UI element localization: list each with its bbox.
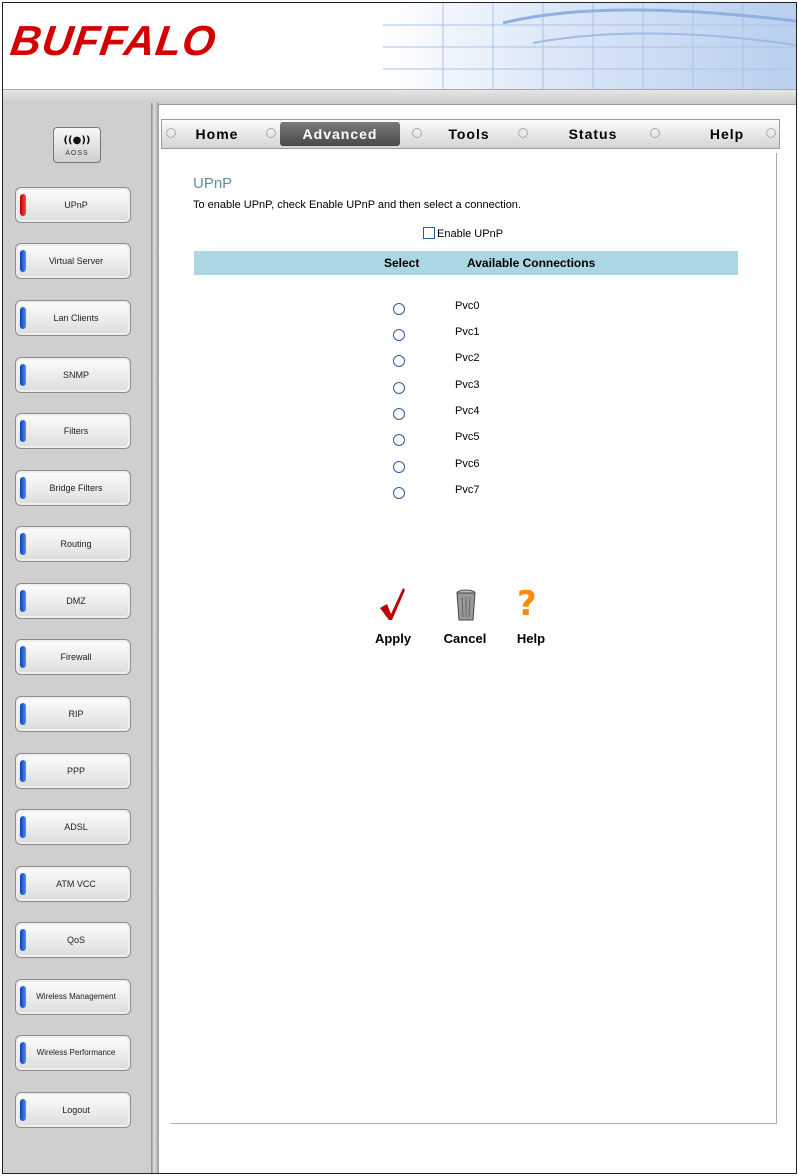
sidebar-item-qos[interactable]: QoS (15, 922, 131, 958)
connection-name: Pvc0 (455, 300, 480, 312)
sidebar-item-label: SNMP (62, 370, 89, 380)
router-admin-window: BUFFALO ((●)) AOSS UPnP Virtual Server L… (2, 2, 797, 1174)
trash-can-icon (456, 589, 476, 621)
apply-label: Apply (374, 631, 412, 646)
connection-name: Pvc6 (455, 458, 480, 470)
sidebar-item-label: Routing (60, 539, 92, 549)
sidebar-item-label: ATM VCC (56, 879, 96, 889)
sidebar-item-virtual-server[interactable]: Virtual Server (15, 243, 131, 279)
tab-separator-icon (412, 128, 422, 138)
page-description: To enable UPnP, check Enable UPnP and th… (193, 199, 521, 211)
connection-radio[interactable] (393, 487, 405, 499)
sidebar-item-wireless-performance[interactable]: Wireless Performance (15, 1035, 131, 1071)
connection-row: Pvc4 (171, 402, 776, 428)
sidebar-item-label: UPnP (64, 200, 88, 210)
connection-name: Pvc5 (455, 431, 480, 443)
connection-radio[interactable] (393, 355, 405, 367)
cancel-label: Cancel (443, 631, 487, 646)
page-title: UPnP (193, 175, 233, 192)
tab-home[interactable]: Home (182, 120, 252, 148)
tab-advanced[interactable]: Advanced (280, 122, 400, 146)
sidebar-item-adsl[interactable]: ADSL (15, 809, 131, 845)
sidebar-divider (151, 103, 159, 1173)
sidebar-item-upnp[interactable]: UPnP (15, 187, 131, 223)
sidebar: ((●)) AOSS UPnP Virtual Server Lan Clien… (3, 103, 151, 1173)
connection-name: Pvc7 (455, 484, 480, 496)
tab-separator-icon (166, 128, 176, 138)
buffalo-logo: BUFFALO (7, 17, 220, 64)
enable-upnp-checkbox[interactable] (423, 227, 435, 239)
connection-row: Pvc7 (171, 481, 776, 507)
sidebar-item-label: Logout (62, 1105, 90, 1115)
sidebar-item-label: QoS (66, 935, 85, 945)
sidebar-item-atm-vcc[interactable]: ATM VCC (15, 866, 131, 902)
tab-separator-icon (518, 128, 528, 138)
aoss-label: AOSS (65, 150, 89, 157)
tab-separator-icon (650, 128, 660, 138)
tab-status[interactable]: Status (550, 120, 636, 148)
connection-name: Pvc4 (455, 405, 480, 417)
sidebar-item-firewall[interactable]: Firewall (15, 639, 131, 675)
column-header-connections: Available Connections (467, 256, 596, 270)
sidebar-item-logout[interactable]: Logout (15, 1092, 131, 1128)
sidebar-item-snmp[interactable]: SNMP (15, 357, 131, 393)
sidebar-item-label: ADSL (64, 822, 88, 832)
sidebar-item-ppp[interactable]: PPP (15, 753, 131, 789)
help-button[interactable]: ? Help (501, 586, 561, 646)
sidebar-item-label: RIP (68, 709, 84, 719)
sidebar-item-routing[interactable]: Routing (15, 526, 131, 562)
sidebar-item-label: Filters (63, 426, 89, 436)
connection-name: Pvc3 (455, 379, 480, 391)
column-header-select: Select (384, 256, 420, 270)
connection-radio[interactable] (393, 329, 405, 341)
sidebar-item-bridge-filters[interactable]: Bridge Filters (15, 470, 131, 506)
top-tab-bar: Home Advanced Tools Status Help (161, 119, 780, 149)
connection-radio[interactable] (393, 408, 405, 420)
connection-row: Pvc3 (171, 376, 776, 402)
sidebar-item-wireless-management[interactable]: Wireless Management (15, 979, 131, 1015)
tab-help[interactable]: Help (692, 120, 762, 148)
cancel-button[interactable]: Cancel (435, 586, 495, 646)
tab-tools[interactable]: Tools (434, 120, 504, 148)
sidebar-item-filters[interactable]: Filters (15, 413, 131, 449)
aoss-button[interactable]: ((●)) AOSS (53, 127, 101, 163)
connection-name: Pvc2 (455, 352, 480, 364)
tab-separator-icon (266, 128, 276, 138)
main-content: UPnP To enable UPnP, check Enable UPnP a… (171, 153, 777, 1124)
connection-row: Pvc2 (171, 349, 776, 375)
sidebar-item-label: Virtual Server (48, 256, 104, 266)
sidebar-item-dmz[interactable]: DMZ (15, 583, 131, 619)
header-decoration (383, 3, 796, 89)
enable-upnp-label: Enable UPnP (437, 228, 504, 240)
connection-radio[interactable] (393, 434, 405, 446)
apply-button[interactable]: Apply (363, 586, 423, 646)
sidebar-item-label: Wireless Performance (36, 1048, 116, 1057)
sidebar-item-lan-clients[interactable]: Lan Clients (15, 300, 131, 336)
sidebar-item-label: Bridge Filters (49, 483, 103, 493)
connection-radio[interactable] (393, 461, 405, 473)
sidebar-item-label: PPP (66, 766, 85, 776)
connection-row: Pvc5 (171, 428, 776, 454)
help-label: Help (516, 631, 546, 646)
header-banner: BUFFALO (3, 3, 796, 89)
question-mark-icon: ? (517, 584, 537, 624)
checkmark-icon (380, 588, 405, 620)
sidebar-item-label: Wireless Management (36, 992, 116, 1001)
tab-separator-icon (766, 128, 776, 138)
sidebar-item-label: DMZ (66, 596, 86, 606)
sidebar-item-label: Firewall (60, 652, 92, 662)
connection-row: Pvc0 (171, 297, 776, 323)
connection-row: Pvc6 (171, 455, 776, 481)
sidebar-item-label: Lan Clients (53, 313, 99, 323)
aoss-wave-icon: ((●)) (63, 135, 91, 146)
connection-radio[interactable] (393, 382, 405, 394)
enable-upnp-row: Enable UPnP (423, 227, 503, 240)
connection-radio[interactable] (393, 303, 405, 315)
connection-name: Pvc1 (455, 326, 480, 338)
connections-table-header: Select Available Connections (194, 251, 738, 275)
connection-row: Pvc1 (171, 323, 776, 349)
sidebar-item-rip[interactable]: RIP (15, 696, 131, 732)
